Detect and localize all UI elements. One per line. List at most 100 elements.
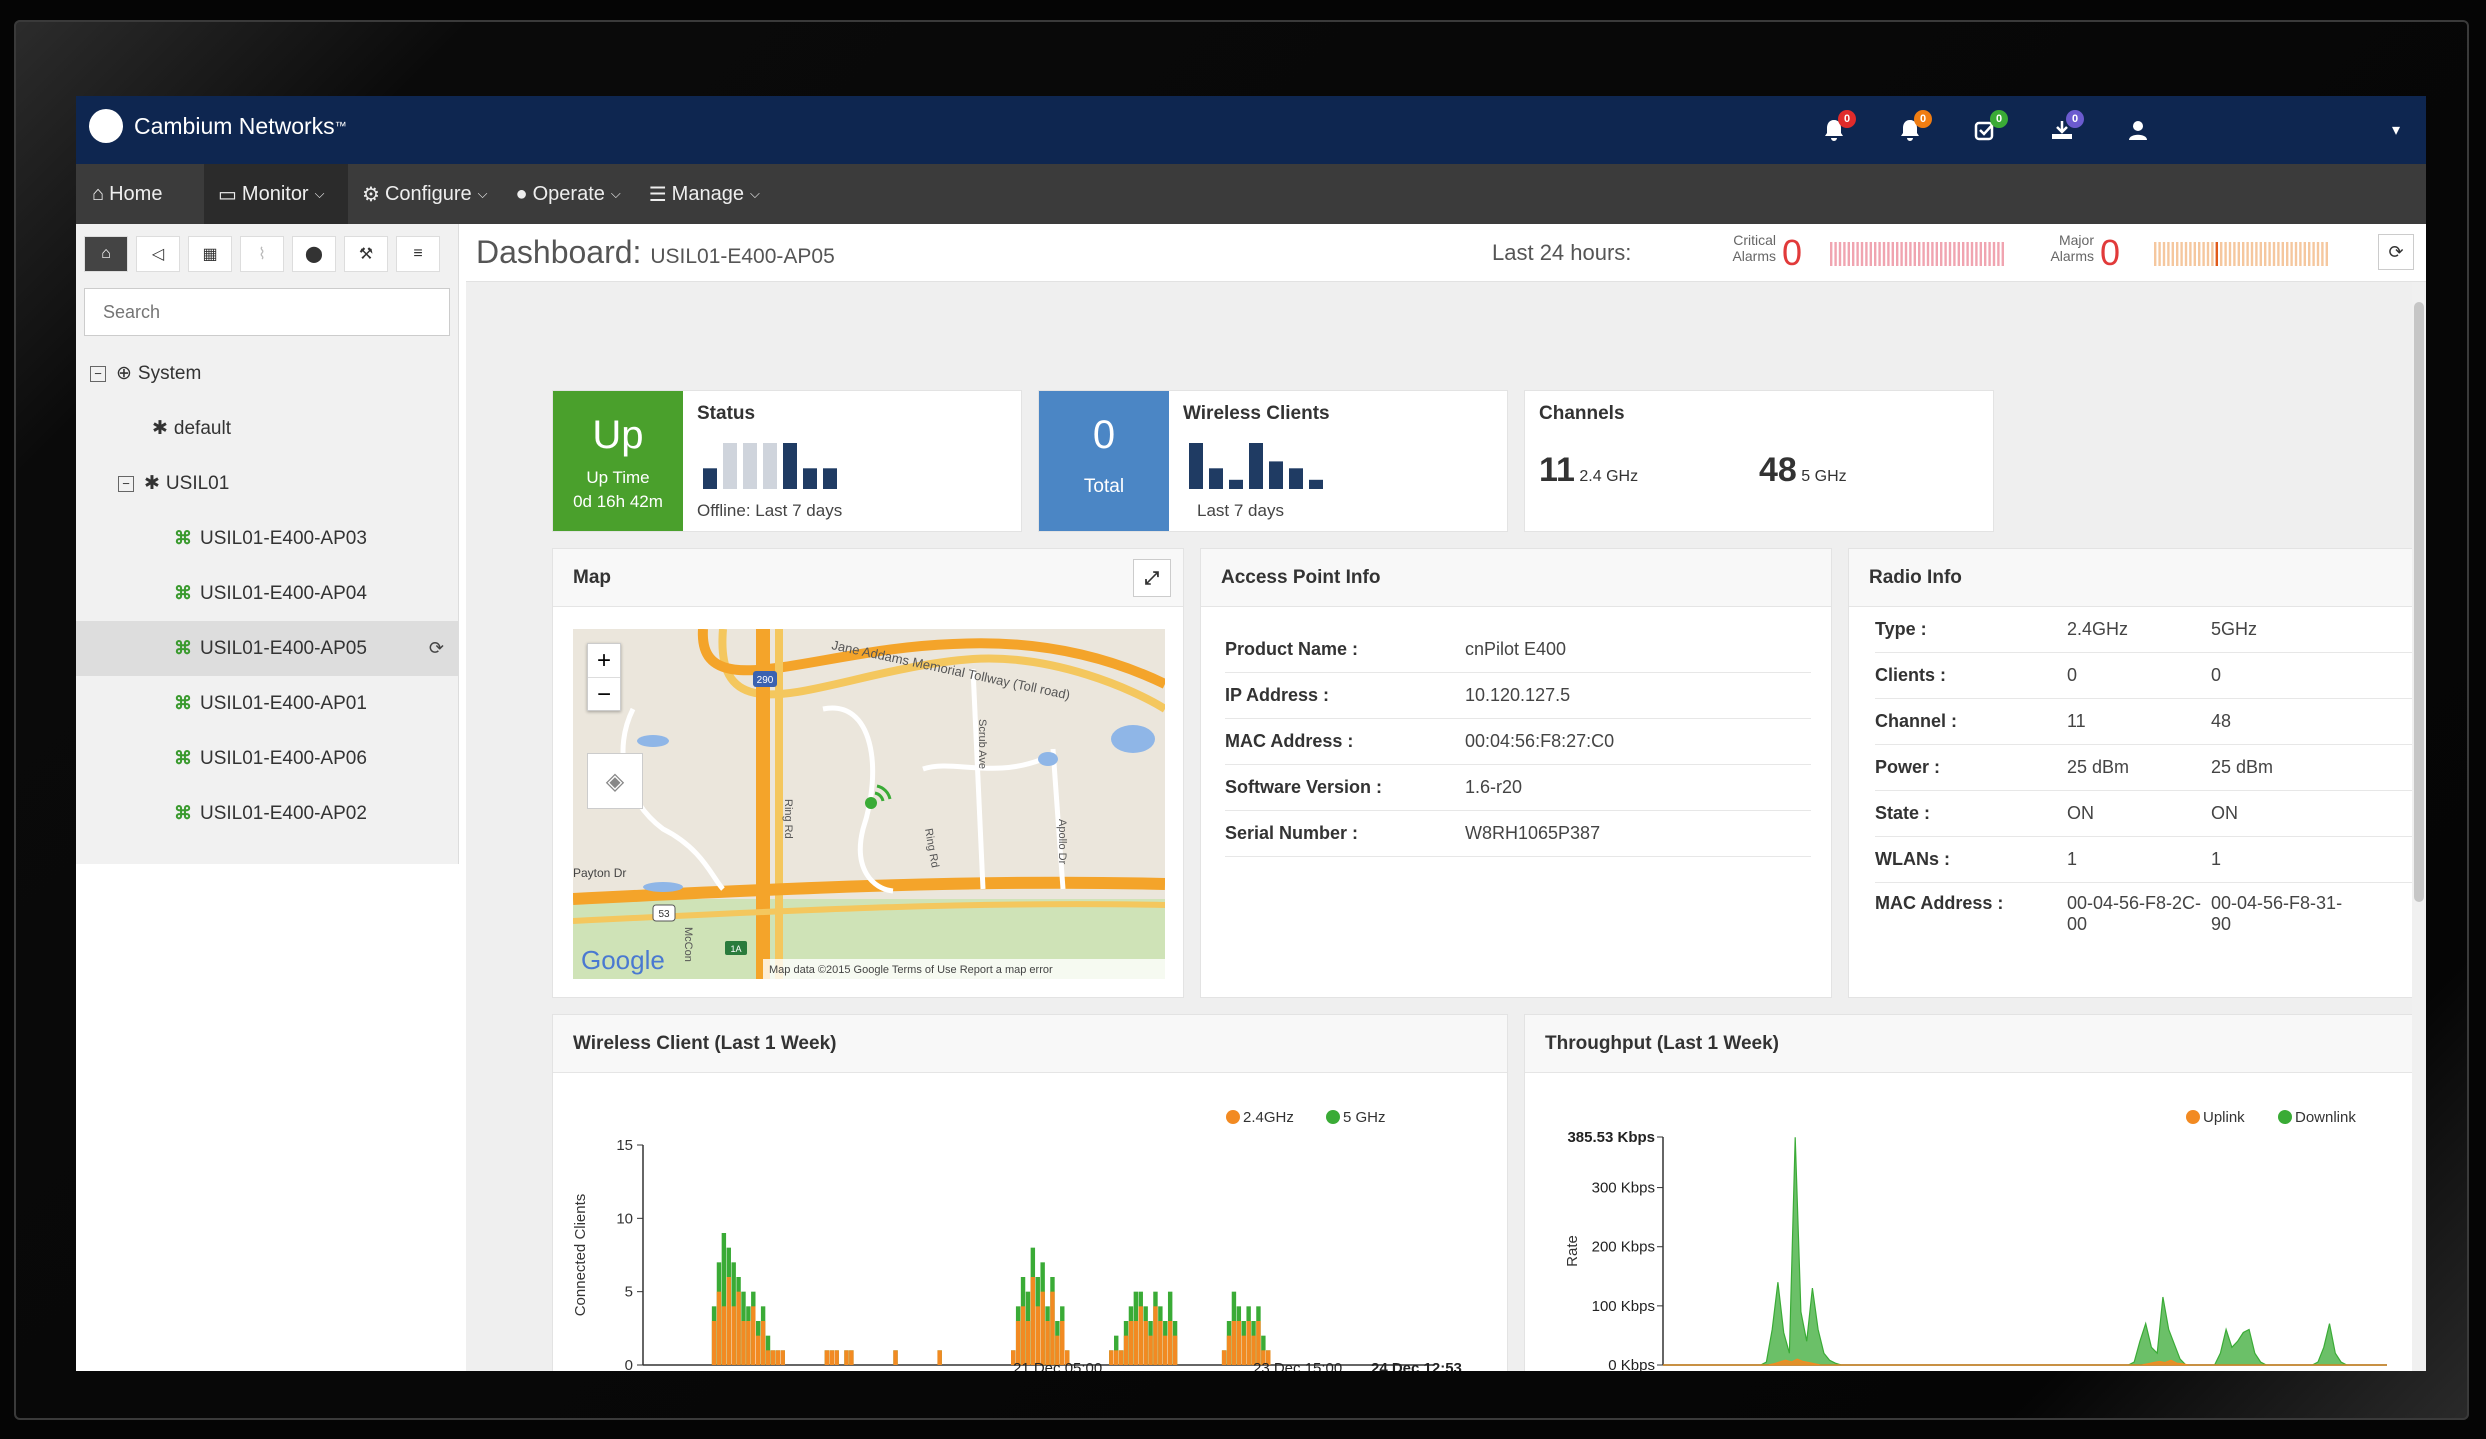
- map-panel: Map ⤢ 290 53 1A Jane Addams Memorial Tol…: [552, 548, 1184, 998]
- alarm-tick: [2162, 242, 2166, 266]
- alarm-tick: [1944, 242, 1947, 266]
- user-menu-caret-icon[interactable]: ▾: [2366, 96, 2426, 164]
- tree-node-ap[interactable]: ⌘ USIL01-E400-AP04: [76, 566, 458, 621]
- map-view[interactable]: 290 53 1A Jane Addams Memorial Tollway (…: [573, 629, 1165, 979]
- alarms-megaphone-icon[interactable]: ◁: [136, 236, 180, 272]
- nav-operate[interactable]: ● Operate ⌵: [502, 164, 635, 224]
- street-label: Ring Rd: [782, 799, 794, 839]
- user-icon[interactable]: [2100, 96, 2176, 164]
- radio-info-24: 11: [2067, 711, 2086, 731]
- page-title-text: Dashboard:: [476, 234, 642, 270]
- bar-24ghz: [746, 1321, 751, 1365]
- tree-node-ap[interactable]: ⌘ USIL01-E400-AP01: [76, 676, 458, 731]
- alarm-tick: [1962, 242, 1965, 266]
- y-tick-label: 385.53 Kbps: [1567, 1129, 1655, 1146]
- alarm-tick: [1957, 242, 1960, 266]
- access-point-icon: ⌘: [174, 528, 192, 548]
- clients-bar: [1289, 468, 1303, 489]
- major-alarms-count[interactable]: 0: [2100, 232, 2120, 274]
- network-icon: ✱: [152, 418, 168, 439]
- alarm-tick: [1830, 242, 1833, 266]
- tree-node-system[interactable]: − ⊕ System: [76, 346, 458, 401]
- zoom-out-button[interactable]: −: [588, 678, 620, 711]
- monitor-frame: Cambium Networks ™ 0 0 0 0 ▾ ⌂ Home ▭ Mo…: [0, 0, 2486, 1439]
- brand-logo[interactable]: Cambium Networks ™: [86, 106, 347, 146]
- refresh-icon[interactable]: ⟳: [2378, 234, 2414, 270]
- nav-configure-label: Configure: [384, 182, 472, 205]
- table-icon[interactable]: ▦: [188, 236, 232, 272]
- alarm-tick: [1931, 242, 1934, 266]
- channel-24: 11 2.4 GHz: [1539, 451, 1638, 490]
- refresh-icon[interactable]: ⟳: [429, 638, 444, 659]
- tasks-check-icon[interactable]: 0: [1948, 96, 2024, 164]
- status-bar: [703, 468, 717, 489]
- alarm-tick: [2277, 242, 2280, 266]
- downloads-icon[interactable]: 0: [2024, 96, 2100, 164]
- legend-marker: [1226, 1110, 1240, 1124]
- chevron-down-icon: ⌵: [610, 186, 621, 201]
- highway-shield-label: 290: [757, 675, 774, 686]
- alarm-tick: [2001, 242, 2004, 266]
- main-content: Dashboard: USIL01-E400-AP05 Last 24 hour…: [466, 224, 2426, 1371]
- tree-node-ap[interactable]: ⌘ USIL01-E400-AP06: [76, 731, 458, 786]
- critical-alarms-count[interactable]: 0: [1782, 232, 1802, 274]
- major-alarms-bell-icon[interactable]: 0: [1872, 96, 1948, 164]
- ap-info-value: W8RH1065P387: [1465, 823, 1601, 843]
- map-marker-icon[interactable]: ⬤: [292, 236, 336, 272]
- alarm-tick: [1852, 242, 1855, 266]
- scrollbar[interactable]: [2412, 282, 2426, 1371]
- y-tick-label: 5: [625, 1284, 633, 1301]
- alarm-tick: [2250, 242, 2254, 266]
- zoom-in-button[interactable]: +: [588, 644, 620, 678]
- bar-24ghz: [1158, 1321, 1163, 1365]
- legend-label: 5 GHz: [1343, 1109, 1386, 1126]
- chart-icon[interactable]: ⌇: [240, 236, 284, 272]
- nav-manage[interactable]: ☰ Manage ⌵: [635, 164, 774, 224]
- bar-24ghz: [751, 1306, 756, 1365]
- radio-info-24: ON: [2067, 803, 2094, 823]
- y-tick-label: 10: [616, 1210, 633, 1227]
- nav-configure[interactable]: ⚙ Configure ⌵: [348, 164, 502, 224]
- collapse-toggle-icon[interactable]: −: [118, 475, 134, 492]
- wrench-icon[interactable]: ⚒: [344, 236, 388, 272]
- collapse-toggle-icon[interactable]: −: [90, 365, 106, 382]
- sidebar-toolbar: ⌂ ◁ ▦ ⌇ ⬤ ⚒ ≡: [76, 224, 458, 284]
- alarm-tick: [2167, 242, 2170, 266]
- tree-node-label: USIL01-E400-AP01: [200, 692, 367, 714]
- expand-icon[interactable]: ⤢: [1133, 559, 1171, 597]
- y-tick-label: 15: [616, 1137, 633, 1154]
- list-icon[interactable]: ≡: [396, 236, 440, 272]
- ap-info-row: MAC Address : 00:04:56:F8:27:C0: [1225, 719, 1811, 765]
- major-alarms-sparkline: [2154, 242, 2328, 266]
- bar-24ghz: [755, 1335, 761, 1365]
- scrollbar-thumb[interactable]: [2414, 302, 2424, 902]
- ap-list: ⌘ USIL01-E400-AP03 ⌘ USIL01-E400-AP04 ⌘ USIL0…: [76, 511, 458, 841]
- tree-node-default[interactable]: ✱ default: [76, 401, 458, 456]
- device-name: USIL01-E400-AP05: [650, 245, 835, 268]
- layers-icon[interactable]: ◈: [587, 753, 643, 809]
- status-bar: [803, 468, 817, 489]
- y-tick-label: 200 Kbps: [1592, 1239, 1655, 1256]
- tasks-badge: 0: [1990, 110, 2008, 128]
- bar-24ghz: [1148, 1335, 1153, 1365]
- legend-label: Downlink: [2295, 1109, 2356, 1126]
- nav-home[interactable]: ⌂ Home: [76, 164, 204, 224]
- tree-node-ap[interactable]: ⌘ USIL01-E400-AP03: [76, 511, 458, 566]
- tree-node-ap[interactable]: ⌘ USIL01-E400-AP05 ⟳: [76, 621, 458, 676]
- monitor-icon: ▭: [218, 183, 237, 206]
- uptime-tile[interactable]: Up Up Time 0d 16h 42m: [553, 391, 683, 531]
- legend-label: Uplink: [2203, 1109, 2245, 1126]
- tree-node-site[interactable]: − ✱ USIL01: [76, 456, 458, 511]
- clients-tile[interactable]: 0 Total: [1039, 391, 1169, 531]
- channels-title: Channels: [1539, 403, 1625, 424]
- bar-24ghz: [721, 1306, 727, 1365]
- channel-5-unit: 5 GHz: [1801, 468, 1847, 485]
- search-input[interactable]: [84, 288, 450, 336]
- bar-24ghz: [1040, 1291, 1045, 1365]
- radio-info-5: 5GHz: [2211, 619, 2258, 639]
- critical-alarms-bell-icon[interactable]: 0: [1796, 96, 1872, 164]
- nav-monitor[interactable]: ▭ Monitor ⌵: [204, 164, 348, 224]
- tree-node-ap[interactable]: ⌘ USIL01-E400-AP02: [76, 786, 458, 841]
- clients-bar: [1269, 461, 1283, 489]
- dashboard-home-icon[interactable]: ⌂: [84, 236, 128, 272]
